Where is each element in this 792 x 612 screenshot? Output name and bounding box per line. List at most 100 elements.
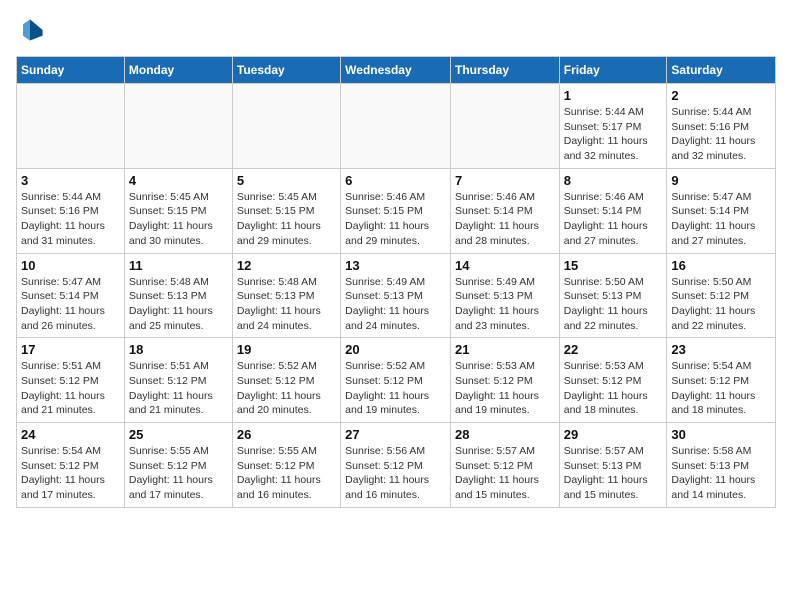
day-number: 18 [129, 342, 228, 357]
day-info: Sunrise: 5:55 AM Sunset: 5:12 PM Dayligh… [237, 444, 336, 503]
day-info: Sunrise: 5:44 AM Sunset: 5:16 PM Dayligh… [671, 105, 771, 164]
calendar-day-cell: 10 Sunrise: 5:47 AM Sunset: 5:14 PM Dayli… [17, 253, 125, 338]
day-of-week-header: Tuesday [232, 57, 340, 84]
day-number: 12 [237, 258, 336, 273]
calendar-week-row: 3 Sunrise: 5:44 AM Sunset: 5:16 PM Daylig… [17, 168, 776, 253]
day-number: 13 [345, 258, 446, 273]
day-of-week-header: Monday [124, 57, 232, 84]
day-info: Sunrise: 5:57 AM Sunset: 5:12 PM Dayligh… [455, 444, 555, 503]
day-number: 3 [21, 173, 120, 188]
calendar-day-cell: 5 Sunrise: 5:45 AM Sunset: 5:15 PM Daylig… [232, 168, 340, 253]
day-info: Sunrise: 5:58 AM Sunset: 5:13 PM Dayligh… [671, 444, 771, 503]
day-number: 6 [345, 173, 446, 188]
day-info: Sunrise: 5:53 AM Sunset: 5:12 PM Dayligh… [455, 359, 555, 418]
day-number: 9 [671, 173, 771, 188]
day-info: Sunrise: 5:54 AM Sunset: 5:12 PM Dayligh… [21, 444, 120, 503]
day-number: 21 [455, 342, 555, 357]
day-number: 23 [671, 342, 771, 357]
day-number: 25 [129, 427, 228, 442]
day-info: Sunrise: 5:55 AM Sunset: 5:12 PM Dayligh… [129, 444, 228, 503]
day-number: 16 [671, 258, 771, 273]
calendar-day-cell [232, 84, 340, 169]
day-info: Sunrise: 5:57 AM Sunset: 5:13 PM Dayligh… [564, 444, 663, 503]
day-info: Sunrise: 5:51 AM Sunset: 5:12 PM Dayligh… [129, 359, 228, 418]
calendar-day-cell: 24 Sunrise: 5:54 AM Sunset: 5:12 PM Dayli… [17, 423, 125, 508]
logo [16, 16, 48, 44]
day-number: 26 [237, 427, 336, 442]
calendar-day-cell [450, 84, 559, 169]
day-number: 5 [237, 173, 336, 188]
day-info: Sunrise: 5:45 AM Sunset: 5:15 PM Dayligh… [237, 190, 336, 249]
day-info: Sunrise: 5:46 AM Sunset: 5:14 PM Dayligh… [564, 190, 663, 249]
day-number: 1 [564, 88, 663, 103]
day-info: Sunrise: 5:49 AM Sunset: 5:13 PM Dayligh… [345, 275, 446, 334]
calendar-day-cell: 14 Sunrise: 5:49 AM Sunset: 5:13 PM Dayli… [450, 253, 559, 338]
calendar-day-cell: 1 Sunrise: 5:44 AM Sunset: 5:17 PM Daylig… [559, 84, 667, 169]
calendar-day-cell: 25 Sunrise: 5:55 AM Sunset: 5:12 PM Dayli… [124, 423, 232, 508]
day-info: Sunrise: 5:50 AM Sunset: 5:12 PM Dayligh… [671, 275, 771, 334]
calendar-day-cell: 9 Sunrise: 5:47 AM Sunset: 5:14 PM Daylig… [667, 168, 776, 253]
day-info: Sunrise: 5:49 AM Sunset: 5:13 PM Dayligh… [455, 275, 555, 334]
calendar-week-row: 1 Sunrise: 5:44 AM Sunset: 5:17 PM Daylig… [17, 84, 776, 169]
day-info: Sunrise: 5:46 AM Sunset: 5:14 PM Dayligh… [455, 190, 555, 249]
day-info: Sunrise: 5:52 AM Sunset: 5:12 PM Dayligh… [237, 359, 336, 418]
calendar-day-cell: 2 Sunrise: 5:44 AM Sunset: 5:16 PM Daylig… [667, 84, 776, 169]
calendar-day-cell: 20Sunrise: 5:52 AM Sunset: 5:12 PM Dayli… [341, 338, 451, 423]
day-info: Sunrise: 5:54 AM Sunset: 5:12 PM Dayligh… [671, 359, 771, 418]
calendar-day-cell: 6 Sunrise: 5:46 AM Sunset: 5:15 PM Daylig… [341, 168, 451, 253]
logo-icon [16, 16, 44, 44]
day-info: Sunrise: 5:48 AM Sunset: 5:13 PM Dayligh… [237, 275, 336, 334]
day-info: Sunrise: 5:47 AM Sunset: 5:14 PM Dayligh… [671, 190, 771, 249]
day-number: 14 [455, 258, 555, 273]
calendar-table: SundayMondayTuesdayWednesdayThursdayFrid… [16, 56, 776, 508]
calendar-day-cell: 3 Sunrise: 5:44 AM Sunset: 5:16 PM Daylig… [17, 168, 125, 253]
day-number: 29 [564, 427, 663, 442]
calendar-day-cell [341, 84, 451, 169]
calendar-day-cell: 13 Sunrise: 5:49 AM Sunset: 5:13 PM Dayli… [341, 253, 451, 338]
calendar-day-cell: 7Sunrise: 5:46 AM Sunset: 5:14 PM Daylig… [450, 168, 559, 253]
day-info: Sunrise: 5:45 AM Sunset: 5:15 PM Dayligh… [129, 190, 228, 249]
day-number: 22 [564, 342, 663, 357]
day-info: Sunrise: 5:46 AM Sunset: 5:15 PM Dayligh… [345, 190, 446, 249]
calendar-day-cell: 28 Sunrise: 5:57 AM Sunset: 5:12 PM Dayli… [450, 423, 559, 508]
day-info: Sunrise: 5:44 AM Sunset: 5:17 PM Dayligh… [564, 105, 663, 164]
day-number: 28 [455, 427, 555, 442]
day-info: Sunrise: 5:56 AM Sunset: 5:12 PM Dayligh… [345, 444, 446, 503]
calendar-day-cell: 26 Sunrise: 5:55 AM Sunset: 5:12 PM Dayli… [232, 423, 340, 508]
day-number: 11 [129, 258, 228, 273]
day-info: Sunrise: 5:44 AM Sunset: 5:16 PM Dayligh… [21, 190, 120, 249]
calendar-day-cell: 11Sunrise: 5:48 AM Sunset: 5:13 PM Dayli… [124, 253, 232, 338]
day-number: 4 [129, 173, 228, 188]
day-of-week-header: Saturday [667, 57, 776, 84]
calendar-day-cell: 23 Sunrise: 5:54 AM Sunset: 5:12 PM Dayli… [667, 338, 776, 423]
calendar-day-cell: 30Sunrise: 5:58 AM Sunset: 5:13 PM Dayli… [667, 423, 776, 508]
day-number: 17 [21, 342, 120, 357]
day-number: 24 [21, 427, 120, 442]
day-number: 2 [671, 88, 771, 103]
calendar-day-cell: 22 Sunrise: 5:53 AM Sunset: 5:12 PM Dayli… [559, 338, 667, 423]
calendar-day-cell: 15Sunrise: 5:50 AM Sunset: 5:13 PM Dayli… [559, 253, 667, 338]
day-number: 15 [564, 258, 663, 273]
calendar-day-cell: 8 Sunrise: 5:46 AM Sunset: 5:14 PM Daylig… [559, 168, 667, 253]
day-info: Sunrise: 5:51 AM Sunset: 5:12 PM Dayligh… [21, 359, 120, 418]
day-of-week-header: Thursday [450, 57, 559, 84]
calendar-week-row: 17 Sunrise: 5:51 AM Sunset: 5:12 PM Dayli… [17, 338, 776, 423]
day-number: 8 [564, 173, 663, 188]
calendar-day-cell [17, 84, 125, 169]
calendar-day-cell: 12 Sunrise: 5:48 AM Sunset: 5:13 PM Dayli… [232, 253, 340, 338]
day-of-week-header: Friday [559, 57, 667, 84]
page-header [16, 16, 776, 44]
calendar-week-row: 10 Sunrise: 5:47 AM Sunset: 5:14 PM Dayli… [17, 253, 776, 338]
calendar-day-cell: 29 Sunrise: 5:57 AM Sunset: 5:13 PM Dayli… [559, 423, 667, 508]
calendar-day-cell: 21 Sunrise: 5:53 AM Sunset: 5:12 PM Dayli… [450, 338, 559, 423]
calendar-day-cell: 16 Sunrise: 5:50 AM Sunset: 5:12 PM Dayli… [667, 253, 776, 338]
day-info: Sunrise: 5:47 AM Sunset: 5:14 PM Dayligh… [21, 275, 120, 334]
calendar-day-cell: 27 Sunrise: 5:56 AM Sunset: 5:12 PM Dayli… [341, 423, 451, 508]
day-number: 10 [21, 258, 120, 273]
calendar-day-cell [124, 84, 232, 169]
day-of-week-header: Wednesday [341, 57, 451, 84]
day-info: Sunrise: 5:53 AM Sunset: 5:12 PM Dayligh… [564, 359, 663, 418]
calendar-day-cell: 4 Sunrise: 5:45 AM Sunset: 5:15 PM Daylig… [124, 168, 232, 253]
day-number: 27 [345, 427, 446, 442]
day-of-week-header: Sunday [17, 57, 125, 84]
